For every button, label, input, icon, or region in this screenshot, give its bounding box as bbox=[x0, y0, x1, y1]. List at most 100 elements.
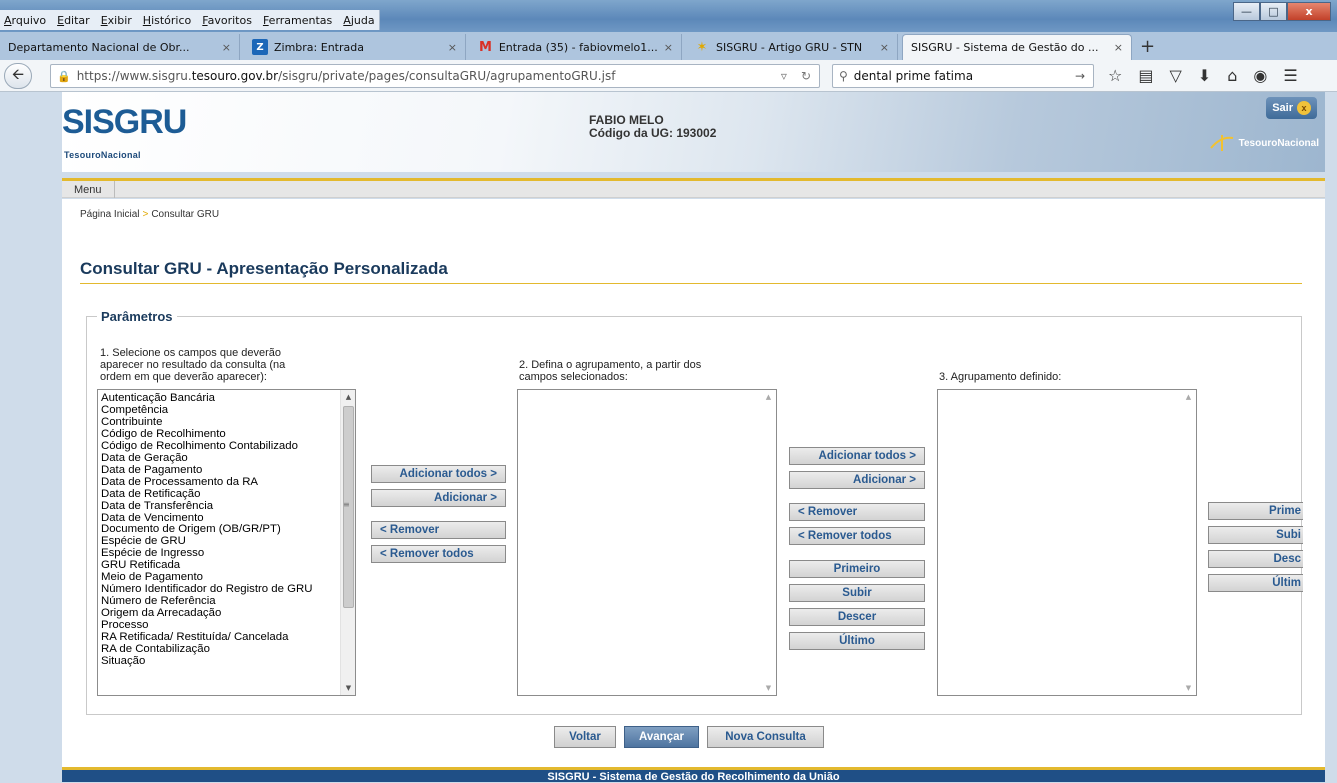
menu-item-historico[interactable]: Histórico bbox=[143, 14, 191, 27]
list-item[interactable]: Data de Processamento da RA bbox=[101, 476, 355, 489]
tab-title: SISGRU - Sistema de Gestão do ... bbox=[911, 41, 1099, 54]
scroll-up-icon[interactable]: ▲ bbox=[1181, 390, 1196, 404]
bookmark-star-icon[interactable]: ☆ bbox=[1108, 66, 1122, 85]
scrollbar[interactable]: ▲ ▼ bbox=[1181, 390, 1196, 695]
chat-icon[interactable]: ◉ bbox=[1253, 66, 1267, 85]
scrollbar[interactable]: ▲ ▼ bbox=[761, 390, 776, 695]
site-menu-bar: Menu bbox=[62, 178, 1325, 198]
remove-all-grouping-button[interactable]: < Remover todos bbox=[789, 527, 925, 545]
scroll-up-icon[interactable]: ▲ bbox=[761, 390, 776, 404]
new-tab-button[interactable]: + bbox=[1140, 36, 1155, 57]
move-last-button[interactable]: Último bbox=[789, 632, 925, 650]
tab-close-icon[interactable]: × bbox=[664, 41, 673, 54]
scroll-down-icon[interactable]: ▼ bbox=[761, 681, 776, 695]
remove-all-button[interactable]: < Remover todos bbox=[371, 545, 506, 563]
parameters-legend: Parâmetros bbox=[97, 309, 177, 324]
pocket-icon[interactable]: ▽ bbox=[1169, 66, 1181, 85]
breadcrumb-current: Consultar GRU bbox=[151, 209, 220, 220]
window-controls: — □ x bbox=[1233, 2, 1331, 21]
close-window-button[interactable]: x bbox=[1287, 2, 1331, 21]
move-first-button[interactable]: Primeiro bbox=[789, 560, 925, 578]
reload-icon[interactable]: ↻ bbox=[801, 69, 811, 83]
search-value: dental prime fatima bbox=[853, 69, 974, 83]
browser-tab[interactable]: M Entrada (35) - fabiovmelo1... × bbox=[470, 34, 682, 60]
sisgru-logo[interactable]: SISGRU bbox=[62, 103, 187, 142]
scroll-up-icon[interactable]: ▲ bbox=[341, 390, 356, 404]
move-first-defined-button[interactable]: Prime bbox=[1208, 502, 1303, 520]
tab-title: Departamento Nacional de Obr... bbox=[8, 40, 190, 54]
scrollbar[interactable]: ▲ ≡ ▼ bbox=[340, 390, 355, 695]
menu-button[interactable]: Menu bbox=[62, 181, 115, 198]
tab-title: Zimbra: Entrada bbox=[274, 40, 364, 54]
search-input[interactable]: ⚲ dental prime fatima → bbox=[832, 64, 1094, 88]
step1-label-line: 1. Selecione os campos que deverão bbox=[100, 347, 282, 359]
add-all-grouping-button[interactable]: Adicionar todos > bbox=[789, 447, 925, 465]
next-button[interactable]: Avançar bbox=[624, 726, 699, 748]
download-icon[interactable]: ⬇ bbox=[1198, 66, 1211, 85]
tesouro-favicon-icon: ✶ bbox=[696, 39, 708, 55]
step3-label: 3. Agrupamento definido: bbox=[939, 371, 1062, 383]
list-item[interactable]: Data de Pagamento bbox=[101, 464, 355, 477]
back-button[interactable]: Voltar bbox=[554, 726, 616, 748]
main-content: Página Inicial > Consultar GRU Consultar G… bbox=[62, 199, 1325, 767]
toolbar-icons: ☆ ▤ ▽ ⬇ ⌂ ◉ ☰ bbox=[1108, 66, 1298, 85]
remove-grouping-button[interactable]: < Remover bbox=[789, 503, 925, 521]
move-down-button[interactable]: Descer bbox=[789, 608, 925, 626]
address-bar[interactable]: 🔒 https://www.sisgru.tesouro.gov.br/sisg… bbox=[50, 64, 820, 88]
step2-label: 2. Defina o agrupamento, a partir dos ca… bbox=[519, 359, 701, 383]
move-last-defined-button[interactable]: Últim bbox=[1208, 574, 1303, 592]
step1-label-line: aparecer no resultado da consulta (na bbox=[100, 359, 286, 371]
tab-close-icon[interactable]: × bbox=[880, 41, 889, 54]
add-button[interactable]: Adicionar > bbox=[371, 489, 506, 507]
move-up-defined-button[interactable]: Subi bbox=[1208, 526, 1303, 544]
menu-item-ferramentas[interactable]: Ferramentas bbox=[263, 14, 332, 27]
tab-close-icon[interactable]: × bbox=[448, 41, 457, 54]
scroll-grip-icon: ≡ bbox=[343, 500, 350, 509]
action-buttons: Voltar Avançar Nova Consulta bbox=[554, 726, 854, 748]
dropdown-arrow-icon[interactable]: ▿ bbox=[781, 69, 787, 83]
grouping-source-list[interactable]: ▲ ▼ bbox=[517, 389, 777, 696]
new-query-button[interactable]: Nova Consulta bbox=[707, 726, 824, 748]
tab-close-icon[interactable]: × bbox=[222, 41, 231, 54]
home-icon[interactable]: ⌂ bbox=[1227, 66, 1237, 85]
remove-button[interactable]: < Remover bbox=[371, 521, 506, 539]
search-icon: ⚲ bbox=[839, 69, 848, 83]
search-go-arrow-icon[interactable]: → bbox=[1075, 69, 1085, 83]
back-arrow-icon[interactable]: 🡨 bbox=[4, 63, 32, 89]
maximize-button[interactable]: □ bbox=[1260, 2, 1287, 21]
site-header: SISGRU TesouroNacional FABIO MELO Código… bbox=[62, 92, 1325, 172]
browser-menu: Arquivo Editar Exibir Histórico Favorito… bbox=[0, 10, 380, 30]
menu-item-editar[interactable]: Editar bbox=[57, 14, 90, 27]
menu-item-favoritos[interactable]: Favoritos bbox=[202, 14, 252, 27]
menu-item-ajuda[interactable]: Ajuda bbox=[343, 14, 374, 27]
move-down-defined-button[interactable]: Desc bbox=[1208, 550, 1303, 568]
menu-item-exibir[interactable]: Exibir bbox=[101, 14, 132, 27]
browser-tab[interactable]: Departamento Nacional de Obr... × bbox=[0, 34, 240, 60]
scroll-down-icon[interactable]: ▼ bbox=[341, 681, 356, 695]
step2-label-line: 2. Defina o agrupamento, a partir dos bbox=[519, 359, 702, 371]
available-fields-list[interactable]: Autenticação Bancária Competência Contribu… bbox=[97, 389, 356, 696]
move-up-button[interactable]: Subir bbox=[789, 584, 925, 602]
tesouro-nacional-logo: TesouroNacional bbox=[1209, 134, 1319, 152]
browser-tab[interactable]: ✶ SISGRU - Artigo GRU - STN × bbox=[686, 34, 898, 60]
list-item[interactable]: Data de Geração bbox=[101, 452, 355, 465]
logout-button[interactable]: Sair x bbox=[1266, 97, 1317, 119]
defined-grouping-list[interactable]: ▲ ▼ bbox=[937, 389, 1197, 696]
minimize-button[interactable]: — bbox=[1233, 2, 1260, 21]
add-grouping-button[interactable]: Adicionar > bbox=[789, 471, 925, 489]
browser-tab[interactable]: Z Zimbra: Entrada × bbox=[244, 34, 466, 60]
scroll-down-icon[interactable]: ▼ bbox=[1181, 681, 1196, 695]
breadcrumb-home[interactable]: Página Inicial bbox=[80, 209, 139, 220]
browser-tab-active[interactable]: SISGRU - Sistema de Gestão do ... × bbox=[902, 34, 1132, 60]
list-item[interactable]: Código de Recolhimento Contabilizado bbox=[101, 440, 355, 453]
page-title: Consultar GRU - Apresentação Personaliza… bbox=[80, 259, 448, 278]
list-item[interactable]: Situação bbox=[101, 655, 355, 668]
tab-close-icon[interactable]: × bbox=[1114, 41, 1123, 54]
ug-code: Código da UG: 193002 bbox=[589, 126, 717, 140]
bookmarks-list-icon[interactable]: ▤ bbox=[1138, 66, 1153, 85]
add-all-button[interactable]: Adicionar todos > bbox=[371, 465, 506, 483]
menu-item-arquivo[interactable]: Arquivo bbox=[4, 14, 46, 27]
hamburger-menu-icon[interactable]: ☰ bbox=[1283, 66, 1297, 85]
list-item[interactable]: Data de Retificação bbox=[101, 488, 355, 501]
list-item[interactable]: Data de Transferência bbox=[101, 500, 355, 513]
